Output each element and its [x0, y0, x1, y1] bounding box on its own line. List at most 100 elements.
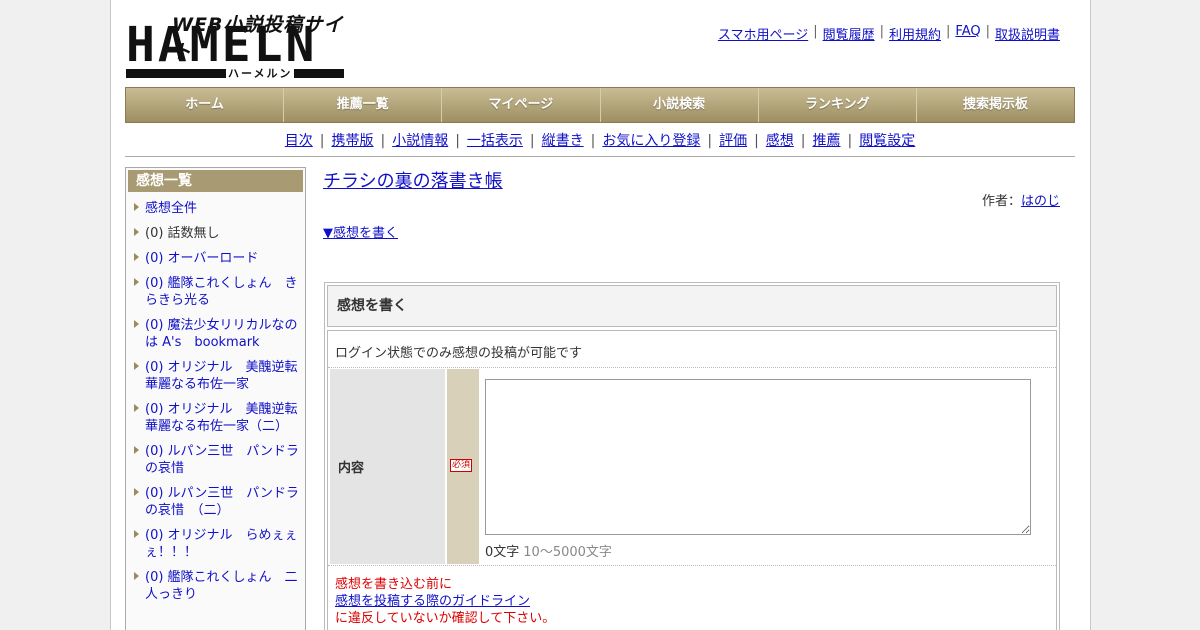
sidebar-item-label: (0) 話数無し	[145, 226, 220, 241]
separator: |	[800, 133, 806, 149]
toplink-history[interactable]: 閲覧履歴	[823, 24, 875, 43]
sidebar-item[interactable]: (0) 魔法少女リリカルなのは A's bookmark	[132, 317, 299, 351]
separator: |	[707, 133, 713, 149]
char-count-range: 10～5000文字	[523, 545, 612, 560]
sidebar-item-label: (0) 艦隊これくしょん 二人っきり	[145, 570, 298, 602]
write-review-anchor[interactable]: ▼感想を書く	[323, 222, 398, 241]
toplink-smartphone[interactable]: スマホ用ページ	[718, 24, 808, 43]
arrow-right-icon	[134, 572, 139, 580]
sidebar-item-label: (0) 艦隊これくしょん きらきら光る	[145, 276, 298, 308]
review-form: 感想を書く ログイン状態でのみ感想の投稿が可能です 内容 必須 0文字 10～50…	[324, 282, 1060, 630]
guideline-link[interactable]: 感想を投稿する際のガイドライン	[335, 594, 530, 609]
top-links: スマホ用ページ | 閲覧履歴 | 利用規約 | FAQ | 取扱説明書	[718, 24, 1060, 43]
sidebar-item-label: (0) オーバーロード	[145, 251, 259, 266]
separator: |	[879, 24, 884, 39]
separator: |	[590, 133, 596, 149]
content-label: 内容	[338, 461, 365, 476]
sidebar-item[interactable]: (0) オリジナル らめぇぇぇ！！！	[132, 527, 299, 561]
sidebar-item[interactable]: (0) オリジナル 美醜逆転 華麗なる布佐一家（二）	[132, 401, 311, 435]
sidebar-item[interactable]: (0) オリジナル 美醜逆転 華麗なる布佐一家	[132, 359, 311, 393]
subnav-reviews[interactable]: 感想	[766, 133, 794, 149]
nav-novel-search[interactable]: 小説検索	[601, 88, 759, 122]
sub-nav: 目次 | 携帯版 | 小説情報 | 一括表示 | 縦書き | お気に入り登録 | 評価 | 感想 | 推薦 | 閲覧…	[125, 130, 1075, 150]
sidebar-item[interactable]: (0) ルパン三世 パンドラの哀惜	[132, 443, 299, 477]
subnav-show-all[interactable]: 一括表示	[467, 133, 523, 149]
subnav-mobile[interactable]: 携帯版	[331, 133, 373, 149]
separator: |	[319, 133, 325, 149]
subnav-favorite[interactable]: お気に入り登録	[602, 133, 700, 149]
arrow-right-icon	[134, 530, 139, 538]
separator: |	[847, 133, 853, 149]
toplink-terms[interactable]: 利用規約	[889, 24, 941, 43]
arrow-right-icon	[134, 203, 139, 211]
sidebar-item[interactable]: (0) ルパン三世 パンドラの哀惜 （二）	[132, 485, 299, 519]
sidebar-title: 感想一覧	[128, 170, 303, 192]
arrow-right-icon	[134, 228, 139, 236]
sidebar: 感想一覧 感想全件 (0) 話数無し (0) オーバーロード (0) 艦隊これく…	[125, 167, 311, 630]
arrow-right-icon	[134, 404, 139, 412]
nav-home[interactable]: ホーム	[126, 88, 285, 122]
sidebar-item[interactable]: (0) 艦隊これくしょん 二人っきり	[132, 569, 299, 603]
author-label: 作者：	[981, 194, 1021, 209]
sidebar-item-label: (0) オリジナル らめぇぇぇ！！！	[145, 528, 298, 560]
sidebar-item-label: (0) 魔法少女リリカルなのは A's bookmark	[145, 318, 298, 350]
separator: |	[985, 24, 990, 39]
subnav-rating[interactable]: 評価	[719, 133, 747, 149]
char-count-value: 0文字	[485, 545, 520, 560]
separator: |	[946, 24, 951, 39]
page-container: WEB小説投稿サイト HAMELN ハーメルン スマホ用ページ | 閲覧履歴 |…	[110, 0, 1091, 630]
arrow-right-icon	[134, 446, 139, 454]
login-note: ログイン状態でのみ感想の投稿が可能です	[335, 346, 583, 361]
form-header: 感想を書く	[327, 285, 1057, 327]
arrow-right-icon	[134, 253, 139, 261]
sidebar-item-label: (0) ルパン三世 パンドラの哀惜	[145, 444, 299, 476]
author-line: 作者：はのじ	[982, 190, 1060, 209]
separator: |	[754, 133, 759, 149]
nav-ranking[interactable]: ランキング	[759, 88, 917, 122]
toplink-faq[interactable]: FAQ	[955, 24, 980, 43]
separator: |	[529, 133, 535, 149]
logo-kana: ハーメルン	[226, 67, 295, 80]
subnav-recommend[interactable]: 推薦	[813, 133, 841, 149]
separator: |	[455, 133, 460, 149]
guideline-warning: 感想を書き込む前に 感想を投稿する際のガイドライン に違反していないか確認して下…	[335, 576, 555, 627]
main-nav: ホーム 推薦一覧 マイページ 小説検索 ランキング 捜索掲示板	[125, 87, 1075, 123]
subnav-novel-info[interactable]: 小説情報	[392, 133, 448, 149]
warning-after: に違反していないか確認して下さい。	[335, 611, 556, 626]
sidebar-item[interactable]: (0) オーバーロード	[132, 250, 299, 267]
required-cell: 必須	[447, 369, 479, 564]
sidebar-list: 感想全件 (0) 話数無し (0) オーバーロード (0) 艦隊これくしょん き…	[128, 192, 311, 603]
nav-recommend-list[interactable]: 推薦一覧	[284, 88, 443, 122]
separator: |	[380, 133, 386, 149]
divider	[125, 156, 1075, 157]
author-link[interactable]: はのじ	[1021, 194, 1060, 209]
separator: |	[813, 24, 818, 39]
subnav-view-settings[interactable]: 閲覧設定	[859, 133, 915, 149]
nav-mypage[interactable]: マイページ	[442, 88, 601, 122]
warning-before: 感想を書き込む前に	[335, 577, 453, 592]
sidebar-item-all[interactable]: 感想全件	[132, 200, 299, 217]
subnav-vertical[interactable]: 縦書き	[542, 133, 584, 149]
arrow-right-icon	[134, 488, 139, 496]
nav-search-board[interactable]: 捜索掲示板	[917, 88, 1074, 122]
review-content-textarea[interactable]	[485, 379, 1031, 535]
required-badge: 必須	[450, 459, 473, 472]
sidebar-item[interactable]: (0) 艦隊これくしょん きらきら光る	[132, 275, 299, 309]
form-body: ログイン状態でのみ感想の投稿が可能です 内容 必須 0文字 10～5000文字 感…	[327, 330, 1057, 630]
content-label-cell: 内容	[330, 369, 445, 564]
dotted-divider	[328, 565, 1056, 566]
arrow-right-icon	[134, 362, 139, 370]
arrow-right-icon	[134, 278, 139, 286]
hameln-logo[interactable]: WEB小説投稿サイト HAMELN ハーメルン	[126, 10, 346, 80]
dotted-divider	[328, 367, 1056, 368]
arrow-right-icon	[134, 320, 139, 328]
sidebar-item-label: 感想全件	[145, 201, 198, 216]
sidebar-item-no-episodes: (0) 話数無し	[132, 225, 299, 242]
sidebar-item-label: (0) オリジナル 美醜逆転 華麗なる布佐一家（二）	[145, 402, 311, 434]
toplink-manual[interactable]: 取扱説明書	[995, 24, 1060, 43]
logo-name: HAMELN	[126, 17, 318, 73]
novel-title-link[interactable]: チラシの裏の落書き帳	[323, 167, 503, 193]
sidebar-item-label: (0) オリジナル 美醜逆転 華麗なる布佐一家	[145, 360, 311, 392]
char-count: 0文字 10～5000文字	[485, 541, 612, 560]
subnav-toc[interactable]: 目次	[285, 133, 313, 149]
